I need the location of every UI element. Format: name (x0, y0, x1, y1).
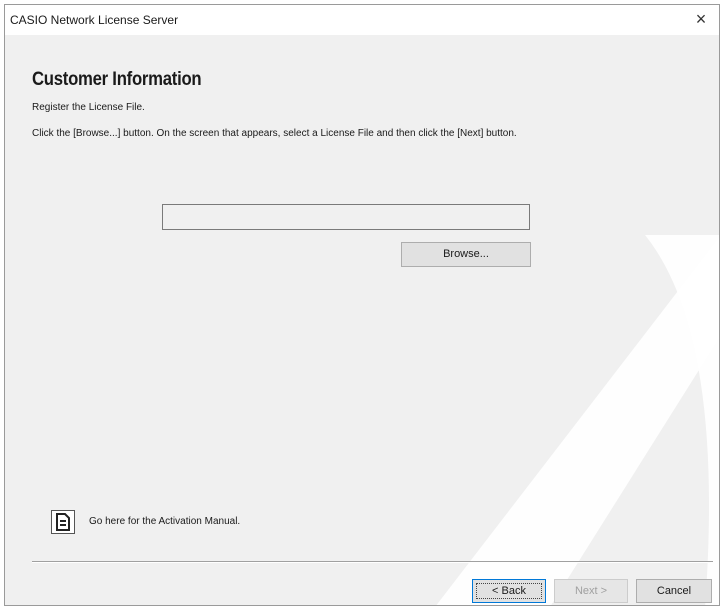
back-button[interactable]: < Back (472, 579, 546, 603)
focus-rectangle (476, 583, 542, 599)
page-subtitle: Register the License File. (32, 102, 145, 113)
page-title: Customer Information (32, 69, 202, 90)
window-title: CASIO Network License Server (10, 13, 179, 27)
instruction-text: Click the [Browse...] button. On the scr… (32, 128, 517, 139)
cancel-button[interactable]: Cancel (636, 579, 712, 603)
license-file-path-input[interactable] (162, 204, 530, 230)
document-icon[interactable] (51, 510, 75, 534)
close-button[interactable]: × (691, 9, 711, 29)
footer-divider (32, 561, 713, 563)
next-button[interactable]: Next > (554, 579, 628, 603)
dialog-window: CASIO Network License Server × Customer … (4, 4, 720, 606)
activation-manual-link[interactable]: Go here for the Activation Manual. (89, 516, 240, 527)
browse-button[interactable]: Browse... (401, 242, 531, 267)
title-bar: CASIO Network License Server × (5, 5, 719, 35)
